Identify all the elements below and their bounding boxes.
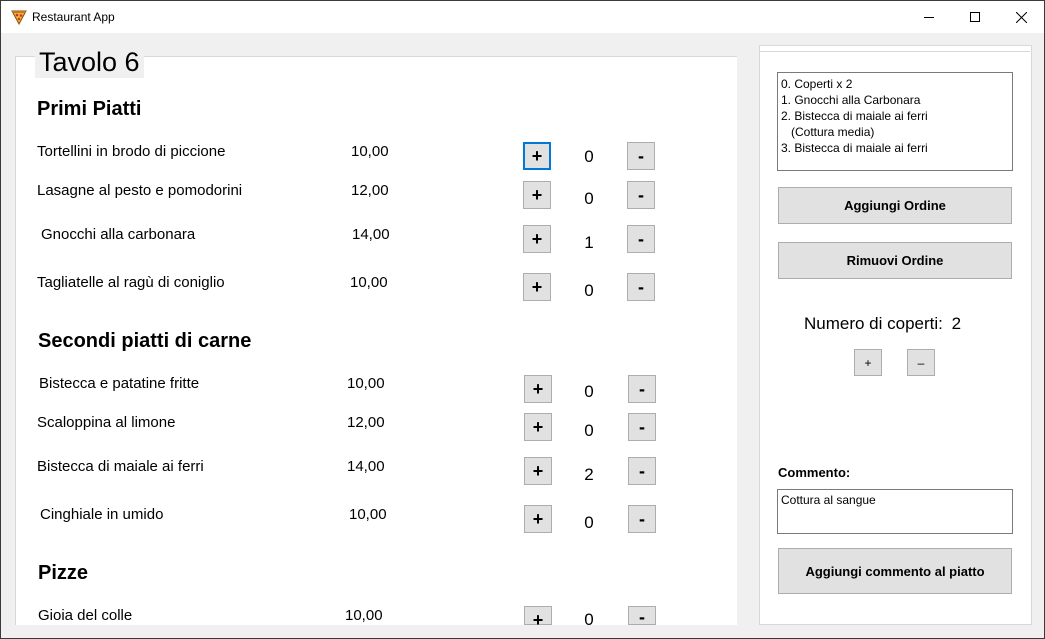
add-dish-button[interactable]: + [524, 457, 552, 485]
close-button[interactable] [998, 1, 1044, 33]
add-dish-button[interactable]: + [523, 225, 551, 253]
section-title-pizze: Pizze [38, 562, 89, 584]
order-list-item[interactable]: 3. Bistecca di maiale ai ferri [781, 140, 1009, 156]
add-dish-button[interactable]: + [523, 142, 551, 170]
order-list-item[interactable]: 1. Gnocchi alla Carbonara [781, 92, 1009, 108]
pizza-slice-icon [11, 9, 27, 26]
order-panel-divider [759, 51, 1030, 52]
add-dish-button[interactable]: + [524, 375, 552, 403]
add-dish-button[interactable]: + [524, 413, 552, 441]
dish-name: Cinghiale in umido [40, 506, 164, 523]
add-dish-button[interactable]: + [523, 273, 551, 301]
dish-price: 10,00 [347, 375, 385, 392]
add-dish-button[interactable]: + [524, 606, 552, 629]
section-title-primi: Primi Piatti [37, 98, 142, 120]
title-bar[interactable]: Restaurant App [1, 1, 1044, 33]
remove-dish-button[interactable]: - [627, 181, 655, 209]
maximize-button[interactable] [952, 1, 998, 33]
dish-name: Bistecca e patatine fritte [39, 375, 200, 392]
dish-price: 10,00 [351, 143, 389, 160]
add-dish-button[interactable]: + [524, 505, 552, 533]
dish-name: Lasagne al pesto e pomodorini [37, 182, 243, 199]
dish-price: 10,00 [345, 607, 383, 624]
add-order-button[interactable]: Aggiungi Ordine [778, 187, 1012, 224]
minimize-button[interactable] [906, 1, 952, 33]
decrease-covers-button[interactable]: – [907, 349, 935, 376]
dish-quantity: 0 [584, 382, 594, 401]
dish-name: Bistecca di maiale ai ferri [37, 458, 204, 475]
minimize-icon [924, 17, 934, 18]
dish-price: 14,00 [347, 458, 385, 475]
remove-dish-button[interactable]: - [627, 273, 655, 301]
remove-dish-button[interactable]: - [628, 457, 656, 485]
dish-quantity: 0 [584, 281, 594, 300]
close-icon [1015, 11, 1027, 23]
dish-price: 10,00 [349, 506, 387, 523]
order-list-item[interactable]: 0. Coperti x 2 [781, 76, 1009, 92]
dish-price: 12,00 [351, 182, 389, 199]
bottom-strip [1, 625, 1044, 638]
remove-dish-button[interactable]: - [628, 606, 656, 626]
comment-label: Commento: [778, 465, 851, 480]
covers-label: Numero di coperti: 2 [804, 314, 961, 334]
dish-quantity: 0 [584, 421, 594, 440]
app-window: Restaurant App Tavolo 6 Primi Piatti Tor… [0, 0, 1045, 639]
add-comment-button[interactable]: Aggiungi commento al piatto [778, 548, 1012, 594]
add-dish-button[interactable]: + [523, 181, 551, 209]
remove-dish-button[interactable]: - [628, 375, 656, 403]
dish-name: Tagliatelle al ragù di coniglio [37, 274, 225, 291]
maximize-icon [970, 12, 980, 22]
remove-dish-button[interactable]: - [627, 225, 655, 253]
remove-dish-button[interactable]: - [628, 413, 656, 441]
covers-label-text: Numero di coperti: [804, 314, 943, 333]
order-list[interactable]: 0. Coperti x 2 1. Gnocchi alla Carbonara… [777, 72, 1013, 171]
increase-covers-button[interactable]: + [854, 349, 882, 376]
dish-name: Gnocchi alla carbonara [41, 226, 196, 243]
dish-quantity: 0 [584, 513, 594, 532]
dish-name: Tortellini in brodo di piccione [37, 143, 226, 160]
table-title: Tavolo 6 [35, 46, 144, 78]
section-title-secondi: Secondi piatti di carne [38, 330, 252, 352]
dish-name: Gioia del colle [38, 607, 133, 624]
dish-quantity: 1 [584, 233, 594, 252]
dish-name: Scaloppina al limone [37, 414, 176, 431]
order-list-item[interactable]: 2. Bistecca di maiale ai ferri [781, 108, 1009, 124]
window-title: Restaurant App [32, 10, 115, 24]
order-list-item[interactable]: (Cottura media) [781, 124, 1009, 140]
dish-price: 14,00 [352, 226, 390, 243]
dish-quantity: 0 [584, 147, 594, 166]
remove-dish-button[interactable]: - [628, 505, 656, 533]
remove-dish-button[interactable]: - [627, 142, 655, 170]
remove-order-button[interactable]: Rimuovi Ordine [778, 242, 1012, 279]
covers-count: 2 [951, 314, 962, 333]
dish-price: 10,00 [350, 274, 388, 291]
dish-quantity: 2 [584, 465, 594, 484]
comment-input[interactable]: Cottura al sangue [777, 489, 1013, 534]
dish-price: 12,00 [347, 414, 385, 431]
dish-quantity: 0 [584, 189, 594, 208]
